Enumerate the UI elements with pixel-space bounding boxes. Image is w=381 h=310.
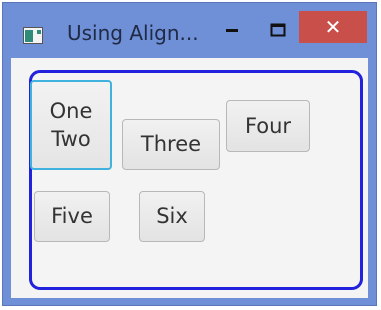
four-button-label: Four xyxy=(244,113,292,138)
one-two-button-line1: One xyxy=(49,98,93,123)
six-button[interactable]: Six xyxy=(139,191,205,242)
window-title: Using Align... xyxy=(67,21,199,45)
minimize-button[interactable] xyxy=(215,15,249,45)
three-button-label: Three xyxy=(140,132,202,157)
three-button[interactable]: Three xyxy=(122,119,220,170)
five-button-label: Five xyxy=(51,204,93,229)
application-window: Using Align... ✕ One Two Three Four Five… xyxy=(2,2,377,306)
one-two-button[interactable]: One Two xyxy=(30,80,112,170)
java-app-icon xyxy=(23,27,43,44)
minimize-icon xyxy=(226,29,238,32)
four-button[interactable]: Four xyxy=(226,100,310,152)
alignment-pane: One Two Three Four Five Six xyxy=(29,70,363,290)
one-two-button-line2: Two xyxy=(51,127,91,151)
close-button[interactable]: ✕ xyxy=(299,11,367,43)
six-button-label: Six xyxy=(156,204,188,229)
maximize-icon xyxy=(270,23,286,37)
close-icon: ✕ xyxy=(324,15,342,39)
client-area: One Two Three Four Five Six xyxy=(11,58,368,298)
five-button[interactable]: Five xyxy=(34,191,110,242)
title-bar[interactable]: Using Align... ✕ xyxy=(3,3,376,59)
maximize-button[interactable] xyxy=(261,15,295,45)
